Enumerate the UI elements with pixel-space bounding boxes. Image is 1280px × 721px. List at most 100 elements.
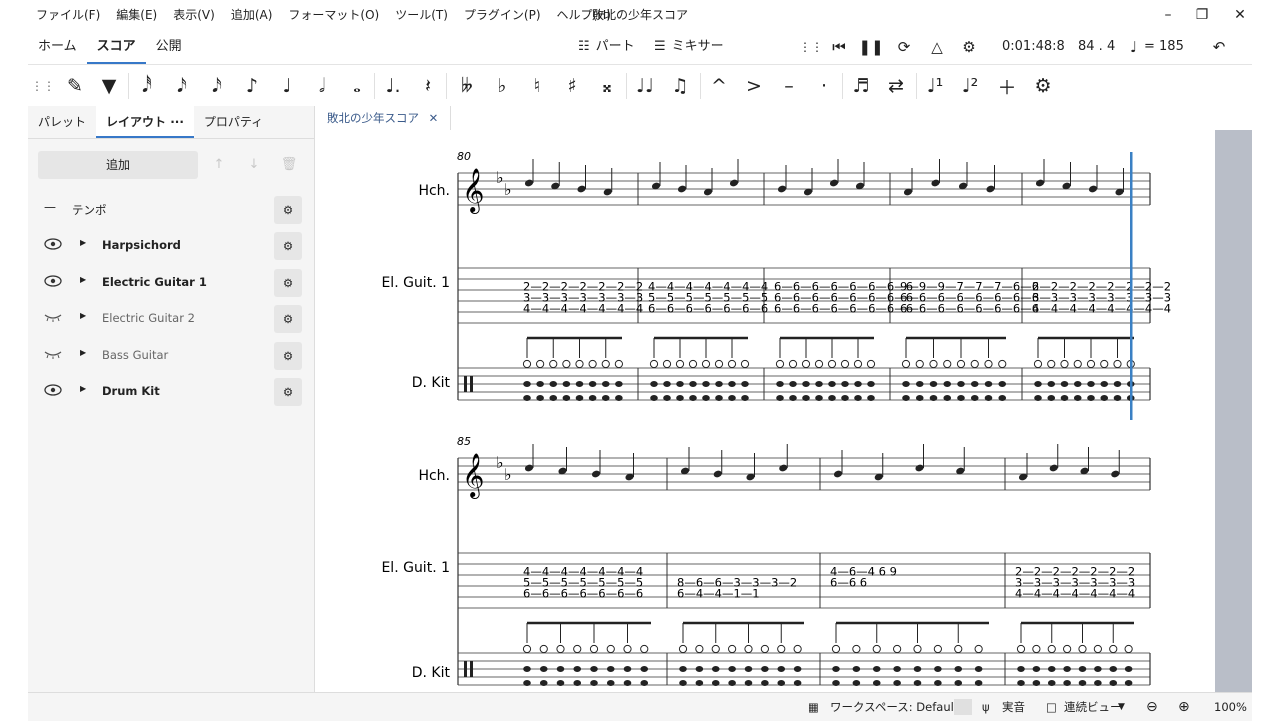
menu-tools[interactable]: ツール(T) bbox=[387, 0, 456, 30]
drag-handle-icon[interactable]: ⋮⋮ bbox=[796, 30, 826, 64]
eye-closed-icon[interactable] bbox=[44, 348, 62, 362]
layout-row-instrument[interactable]: ▶ Electric Guitar 1 ⚙ bbox=[28, 267, 314, 299]
double-flat-icon[interactable]: 𝄫 bbox=[452, 69, 482, 103]
expand-arrow-icon[interactable]: ▶ bbox=[80, 238, 86, 247]
16th-note-icon[interactable]: 𝅘𝅥𝅯 bbox=[202, 69, 232, 103]
kick-head bbox=[573, 680, 582, 686]
flip-direction-icon[interactable]: ⇄ bbox=[881, 69, 911, 103]
parts-button[interactable]: ☷ パート bbox=[578, 30, 635, 64]
tab-score[interactable]: スコア bbox=[86, 30, 146, 64]
32nd-note-icon[interactable]: 𝅘𝅥𝅯 bbox=[167, 69, 197, 103]
toolbar-handle-icon[interactable]: ⋮⋮ bbox=[28, 69, 58, 103]
flat-icon[interactable]: ♭ bbox=[487, 69, 517, 103]
play-pause-icon[interactable]: ❚❚ bbox=[856, 30, 886, 64]
close-tab-icon[interactable]: ✕ bbox=[429, 111, 439, 125]
tab-palette[interactable]: パレット bbox=[28, 106, 96, 138]
tie-icon[interactable]: ♩♩ bbox=[630, 69, 660, 103]
rewind-icon[interactable]: ⏮ bbox=[824, 30, 854, 64]
menu-format[interactable]: フォーマット(O) bbox=[280, 0, 387, 30]
document-tab[interactable]: 敗北の少年スコア ✕ bbox=[315, 106, 452, 130]
zoom-out-icon[interactable]: ⊖ bbox=[1146, 693, 1158, 721]
marcato-icon[interactable]: ^ bbox=[704, 69, 734, 103]
add-icon[interactable]: ＋ bbox=[992, 69, 1022, 103]
menu-plugins[interactable]: プラグイン(P) bbox=[456, 0, 549, 30]
snare-head bbox=[1078, 666, 1087, 672]
sharp-icon[interactable]: ♯ bbox=[557, 69, 587, 103]
cymbal-head bbox=[872, 644, 881, 654]
menu-file[interactable]: ファイル(F) bbox=[28, 0, 108, 30]
zoom-level[interactable]: 100% bbox=[1214, 693, 1247, 721]
system-1: 80 Hch. El. Guit. 1 D. Kit 𝄞 ♭♭ 2—2—2—2—2… bbox=[381, 150, 1171, 401]
instrument-settings-gear-icon[interactable]: ⚙ bbox=[274, 268, 302, 297]
tab-properties[interactable]: プロパティ bbox=[194, 106, 273, 138]
metronome-icon[interactable]: △ bbox=[922, 30, 952, 64]
score-canvas[interactable]: 80 Hch. El. Guit. 1 D. Kit 𝄞 ♭ ♭ 2—2—2—2—2… bbox=[315, 130, 1215, 692]
snare-head bbox=[984, 381, 993, 387]
instrument-settings-gear-icon[interactable]: ⚙ bbox=[274, 378, 302, 406]
note-input-mode-icon[interactable]: ▼ bbox=[94, 69, 124, 103]
menu-add[interactable]: 追加(A) bbox=[223, 0, 281, 30]
instrument-settings-gear-icon[interactable]: ⚙ bbox=[274, 305, 302, 333]
undo-icon[interactable]: ↶ bbox=[1204, 30, 1234, 64]
move-down-icon[interactable]: ↓ bbox=[239, 151, 269, 179]
workspace-label[interactable]: ワークスペース: Default bbox=[830, 693, 958, 721]
eye-icon[interactable] bbox=[44, 384, 62, 398]
close-window-button[interactable]: ✕ bbox=[1220, 0, 1260, 30]
tab-layout-more[interactable]: ··· bbox=[170, 115, 184, 129]
expand-arrow-icon[interactable]: ▶ bbox=[80, 311, 86, 320]
voice-1-icon[interactable]: ♩¹ bbox=[920, 69, 950, 103]
tenuto-icon[interactable]: – bbox=[774, 69, 804, 103]
vertical-scrollbar[interactable] bbox=[1215, 130, 1252, 692]
concert-pitch-toggle[interactable] bbox=[954, 699, 972, 715]
zoom-in-icon[interactable]: ⊕ bbox=[1178, 693, 1190, 721]
layout-row-instrument[interactable]: ▶ Harpsichord ⚙ bbox=[28, 230, 314, 262]
pencil-icon[interactable]: ✎ bbox=[60, 69, 90, 103]
view-mode-dropdown-icon[interactable]: ▼ bbox=[1118, 693, 1125, 721]
64th-note-icon[interactable]: 𝅘𝅥𝅰 bbox=[132, 69, 162, 103]
cymbal-head bbox=[1113, 359, 1122, 369]
slur-icon[interactable]: ♫ bbox=[665, 69, 695, 103]
accent-icon[interactable]: > bbox=[739, 69, 769, 103]
tab-home[interactable]: ホーム bbox=[28, 30, 87, 64]
tab-publish[interactable]: 公開 bbox=[146, 30, 192, 64]
layout-row-instrument[interactable]: ▶ Drum Kit ⚙ bbox=[28, 376, 314, 408]
loop-icon[interactable]: ⟳ bbox=[889, 30, 919, 64]
eye-closed-icon[interactable] bbox=[44, 311, 62, 325]
instrument-settings-gear-icon[interactable]: ⚙ bbox=[274, 232, 302, 260]
move-up-icon[interactable]: ↑ bbox=[204, 151, 234, 179]
playback-settings-icon[interactable]: ⚙ bbox=[954, 30, 984, 64]
instrument-settings-gear-icon[interactable]: ⚙ bbox=[274, 341, 302, 370]
tab-layout[interactable]: レイアウト ··· bbox=[96, 106, 194, 138]
toolbar-settings-icon[interactable]: ⚙ bbox=[1028, 69, 1058, 103]
layout-row-instrument[interactable]: ▶ Bass Guitar ⚙ bbox=[28, 340, 314, 372]
expand-arrow-icon[interactable]: ▶ bbox=[80, 384, 86, 393]
layout-row-tempo[interactable]: — テンポ ⚙ bbox=[28, 194, 314, 226]
view-mode-label[interactable]: 連続ビュー bbox=[1064, 693, 1122, 721]
eye-icon[interactable] bbox=[44, 238, 62, 252]
tuplet-icon[interactable]: ♬ bbox=[846, 69, 876, 103]
augmentation-dot-icon[interactable]: ♩. bbox=[378, 69, 408, 103]
menu-edit[interactable]: 編集(E) bbox=[108, 0, 165, 30]
quarter-note-icon[interactable]: ♩ bbox=[272, 69, 302, 103]
eighth-note-icon[interactable]: ♪ bbox=[237, 69, 267, 103]
half-note-icon[interactable]: 𝅗𝅥 bbox=[307, 69, 337, 103]
tempo-settings-gear-icon[interactable]: ⚙ bbox=[274, 196, 302, 224]
restore-button[interactable]: ❐ bbox=[1182, 0, 1222, 30]
natural-icon[interactable]: ♮ bbox=[522, 69, 552, 103]
kick-head bbox=[590, 680, 598, 686]
kick-head bbox=[998, 395, 1007, 401]
snare-head bbox=[1094, 666, 1102, 672]
delete-icon[interactable]: 🗑 bbox=[274, 151, 304, 179]
whole-note-icon[interactable]: 𝅝 bbox=[342, 69, 372, 103]
layout-row-instrument[interactable]: ▶ Electric Guitar 2 ⚙ bbox=[28, 303, 314, 335]
staccato-icon[interactable]: · bbox=[809, 69, 839, 103]
eye-icon[interactable] bbox=[44, 274, 62, 289]
add-button[interactable]: 追加 bbox=[38, 151, 198, 179]
rest-icon[interactable]: 𝄽 bbox=[413, 69, 443, 103]
voice-2-icon[interactable]: ♩² bbox=[955, 69, 985, 103]
mixer-button[interactable]: ☰ ミキサー bbox=[654, 30, 724, 64]
expand-arrow-icon[interactable]: ▶ bbox=[80, 348, 86, 357]
expand-arrow-icon[interactable]: ▶ bbox=[80, 275, 86, 284]
double-sharp-icon[interactable]: 𝄪 bbox=[592, 69, 622, 103]
menu-view[interactable]: 表示(V) bbox=[165, 0, 223, 30]
